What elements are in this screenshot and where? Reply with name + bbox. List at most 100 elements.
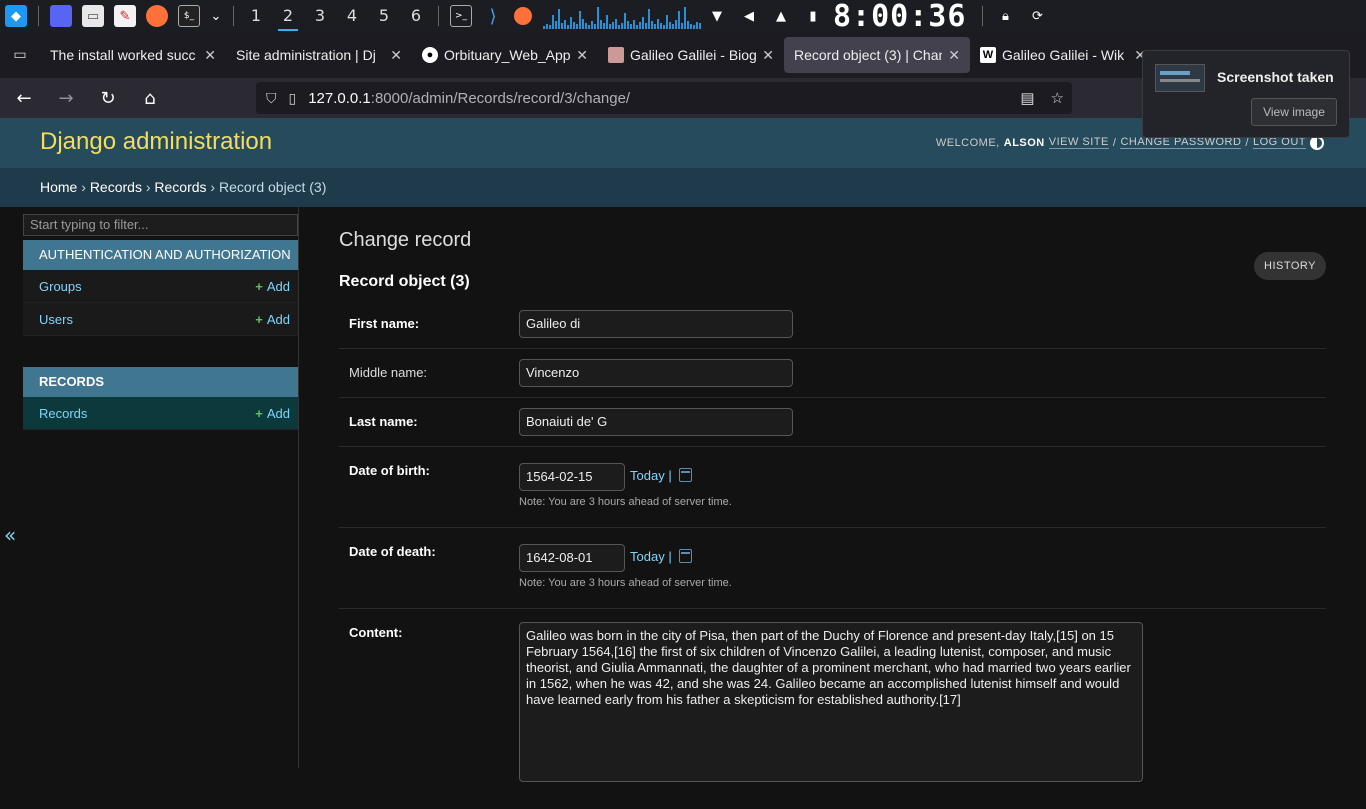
screenshot-thumbnail[interactable] [1155,64,1205,92]
cpu-graph-bar [642,17,644,29]
cpu-graph-bar [555,21,557,29]
add-groups-button[interactable]: + Add [255,270,290,303]
date-of-death-field[interactable]: 1642-08-01 [519,544,625,572]
cpu-graph-bar [591,21,593,29]
url-bar[interactable]: ⛉ ▯ 127.0.0.1:8000/admin/Records/record/… [256,82,1072,114]
text-editor-icon[interactable]: ✎ [114,5,136,27]
cpu-graph-bar [552,15,554,29]
model-link-groups[interactable]: Groups [39,279,82,294]
close-icon[interactable]: ✕ [390,47,402,64]
tab-install-worked[interactable]: The install worked succ ✕ [40,37,226,73]
middle-name-field[interactable]: Vincenzo [519,359,793,387]
tab-github-orbituary[interactable]: ● Orbituary_Web_App ✕ [412,37,598,73]
close-icon[interactable]: ✕ [948,47,960,64]
tab-title: Galileo Galilei - Biog [630,47,757,63]
cpu-graph-bar [693,25,695,29]
notifications-bell-icon[interactable]: ▲ [770,5,792,27]
model-link-users[interactable]: Users [39,312,73,327]
workspace-1[interactable]: 1 [240,0,272,32]
theme-toggle-icon[interactable] [1310,136,1324,150]
battery-icon[interactable]: ▮ [802,5,824,27]
separator: / [1245,136,1249,149]
form-row-last-name: Last name: Bonaiuti de' G [339,398,1326,447]
wifi-icon[interactable]: ▼ [706,5,728,27]
cpu-graph-bar [582,19,584,29]
cpu-graph-bar [681,23,683,29]
workspace-2[interactable]: 2 [272,0,304,32]
breadcrumb-home[interactable]: Home [40,179,77,195]
firefox-window-icon[interactable] [514,7,532,25]
tab-site-administration[interactable]: Site administration | Dj ✕ [226,37,412,73]
file-manager-icon[interactable]: ▭ [82,5,104,27]
close-icon[interactable]: ✕ [576,47,588,64]
today-link[interactable]: Today [630,468,665,483]
cpu-graph-bar [654,24,656,29]
close-icon[interactable]: ✕ [762,47,774,64]
cpu-graph-bar [657,19,659,29]
model-link-records[interactable]: Records [39,406,87,421]
add-records-button[interactable]: + Add [255,397,290,430]
desktop-icon[interactable] [50,5,72,27]
app-caption-auth[interactable]: AUTHENTICATION AND AUTHORIZATION [23,240,298,270]
home-icon[interactable]: ⌂ [132,82,168,114]
cpu-graph-bar [576,24,578,29]
welcome-text: WELCOME, [935,136,1000,149]
close-icon[interactable]: ✕ [204,47,216,64]
vscode-icon[interactable]: ⟩ [482,5,504,27]
history-button[interactable]: HISTORY [1254,252,1326,280]
cpu-graph-bar [588,25,590,29]
cpu-graph-bar [648,9,650,29]
forward-icon[interactable]: → [48,82,84,114]
lock-icon[interactable]: 🔒︎ [994,5,1016,27]
app-caption-records[interactable]: RECORDS [23,367,298,397]
toggle-sidebar-button[interactable]: « [4,523,16,547]
plus-icon: + [255,312,263,327]
content-textarea[interactable]: Galileo was born in the city of Pisa, th… [519,622,1143,782]
cpu-graph-bar [621,23,623,29]
nav-filter-input[interactable]: Start typing to filter... [23,214,298,236]
workspace-6[interactable]: 6 [400,0,432,32]
breadcrumb-app-records[interactable]: Records [90,179,142,195]
tab-record-object-change[interactable]: Record object (3) | Change ✕ [784,37,970,73]
cpu-graph-bar [615,19,617,29]
terminal-icon[interactable]: $_ [178,5,200,27]
taskbar-clock: 8:00:36 [833,0,967,34]
tab-galileo-biography[interactable]: Galileo Galilei - Biog ✕ [598,37,784,73]
cpu-graph-bar [633,20,635,29]
shield-icon[interactable]: ⛉ [266,90,277,107]
logout-icon[interactable]: ⟳ [1026,5,1048,27]
page-info-icon[interactable]: ▯ [289,90,297,107]
cpu-graph-bar [630,24,632,29]
site-name[interactable]: Django administration [40,128,272,156]
date-of-birth-field[interactable]: 1564-02-15 [519,463,625,491]
tab-overview-icon[interactable]: ▭ [0,32,40,78]
last-name-field[interactable]: Bonaiuti de' G [519,408,793,436]
cpu-graph-bar [624,13,626,29]
volume-icon[interactable]: ◀ [738,5,760,27]
breadcrumb-current: Record object (3) [219,179,327,195]
view-image-button[interactable]: View image [1251,98,1337,126]
cpu-graph-bar [678,11,680,29]
first-name-field[interactable]: Galileo di [519,310,793,338]
calendar-icon[interactable] [679,549,693,563]
today-link[interactable]: Today [630,549,665,564]
reload-icon[interactable]: ↻ [90,82,126,114]
workspace-5[interactable]: 5 [368,0,400,32]
chevron-down-icon[interactable]: ⌄ [210,5,222,27]
cpu-graph-bar [618,25,620,29]
back-icon[interactable]: ← [6,82,42,114]
app-launcher-icon[interactable]: ◆ [5,5,27,27]
url-path: :8000/admin/Records/record/3/change/ [370,89,631,107]
add-users-button[interactable]: + Add [255,303,290,336]
cpu-graph-bar [645,23,647,29]
firefox-icon[interactable] [146,5,168,27]
breadcrumb-model-records[interactable]: Records [154,179,206,195]
workspace-4[interactable]: 4 [336,0,368,32]
calendar-icon[interactable] [679,468,693,482]
tab-galileo-wikipedia[interactable]: W Galileo Galilei - Wik ✕ [970,37,1156,73]
workspace-3[interactable]: 3 [304,0,336,32]
view-site-link[interactable]: VIEW SITE [1048,136,1109,149]
reader-view-icon[interactable]: ▤ [1020,89,1034,107]
terminal-window-icon[interactable]: >_ [450,5,472,27]
bookmark-star-icon[interactable]: ☆ [1051,89,1064,107]
